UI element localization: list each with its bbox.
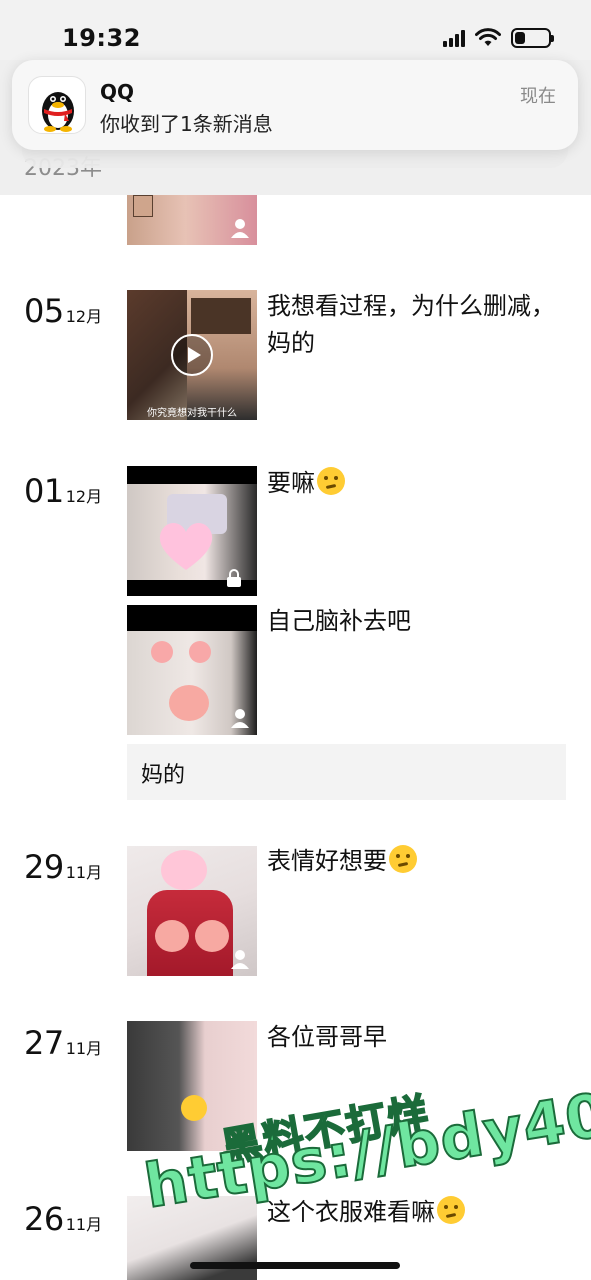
text-post-content: 妈的 <box>141 763 186 788</box>
caption-text: 表情好想要 <box>267 847 387 875</box>
wifi-icon <box>475 28 501 46</box>
entry-month: 12月 <box>65 307 103 326</box>
home-indicator[interactable] <box>190 1262 400 1269</box>
notification-time: 现在 <box>520 86 556 107</box>
entry-month: 11月 <box>65 1039 103 1058</box>
caption-text: 这个衣服难看嘛 <box>267 1198 435 1226</box>
qq-penguin-icon <box>28 76 86 134</box>
photo-thumbnail[interactable] <box>127 605 257 735</box>
person-icon <box>231 950 249 969</box>
person-icon <box>231 219 249 238</box>
entry-month: 11月 <box>65 863 103 882</box>
heart-sticker-icon <box>159 523 213 570</box>
entry-date: 26 11月 <box>24 1200 102 1238</box>
notification-app-name: QQ <box>100 80 135 104</box>
status-bar: 19:32 <box>0 0 591 60</box>
video-thumbnail[interactable]: 你究竟想对我干什么 <box>127 290 257 420</box>
post-thumbnail[interactable] <box>127 195 257 245</box>
post-caption[interactable]: 要嘛 <box>267 465 557 502</box>
status-time: 19:32 <box>62 24 141 52</box>
photo-thumbnail[interactable] <box>127 846 257 976</box>
entry-date: 01 12月 <box>24 472 102 510</box>
thinking-emoji-icon <box>389 845 417 873</box>
post-caption[interactable]: 自己脑补去吧 <box>267 603 557 640</box>
caption-text: 要嘛 <box>267 469 315 497</box>
post-caption[interactable]: 我想看过程，为什么删减，妈的 <box>267 288 557 362</box>
entry-date: 29 11月 <box>24 848 102 886</box>
post-caption[interactable]: 这个衣服难看嘛 <box>267 1194 557 1231</box>
status-icons <box>443 28 554 48</box>
play-icon <box>171 334 213 376</box>
thinking-emoji-icon <box>437 1196 465 1224</box>
post-caption[interactable]: 表情好想要 <box>267 843 557 880</box>
entry-date: 05 12月 <box>24 292 102 330</box>
battery-icon <box>511 28 554 48</box>
battery-fill <box>515 32 525 44</box>
entry-day: 01 <box>24 472 64 510</box>
cellular-signal-icon <box>443 29 465 47</box>
locked-photo-thumbnail[interactable] <box>127 466 257 596</box>
entry-day: 05 <box>24 292 64 330</box>
entry-day: 26 <box>24 1200 64 1238</box>
notification-banner[interactable]: QQ 你收到了1条新消息 现在 <box>12 60 578 150</box>
video-overlay-text: 你究竟想对我干什么 <box>147 408 237 419</box>
post-caption[interactable]: 各位哥哥早 <box>267 1019 557 1056</box>
person-icon <box>231 709 249 728</box>
entry-month: 12月 <box>65 487 103 506</box>
entry-day: 27 <box>24 1024 64 1062</box>
thinking-emoji-icon <box>317 467 345 495</box>
entry-date: 27 11月 <box>24 1024 102 1062</box>
text-post[interactable]: 妈的 <box>127 744 566 800</box>
notification-message: 你收到了1条新消息 <box>100 112 273 136</box>
entry-month: 11月 <box>65 1215 103 1234</box>
lock-icon <box>227 569 241 587</box>
entry-day: 29 <box>24 848 64 886</box>
